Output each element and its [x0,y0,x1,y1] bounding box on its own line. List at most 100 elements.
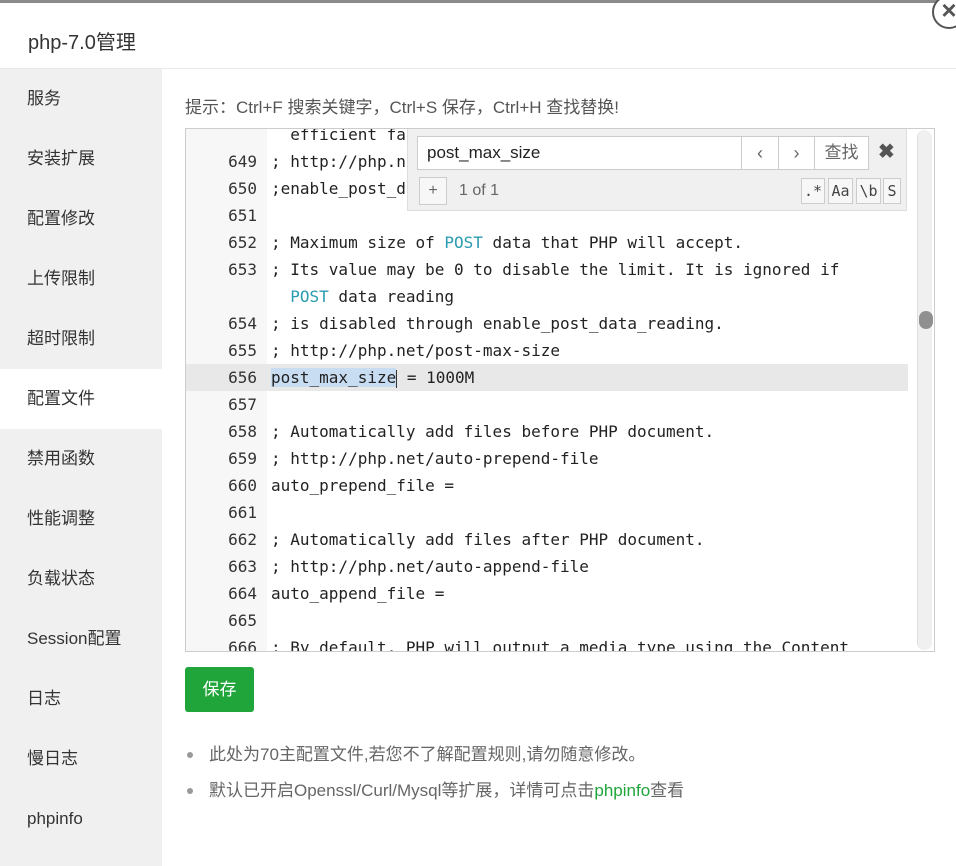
list-item: 此处为70主配置文件,若您不了解配置规则,请勿随意修改。 [185,741,684,777]
line-text: ; http://php.net/auto-prepend-file [271,449,599,468]
code-line: 665 [186,607,908,634]
line-number: 653 [228,260,257,279]
find-previous-button[interactable]: ‹ [741,136,779,170]
shortcut-hint: 提示：Ctrl+F 搜索关键字，Ctrl+S 保存，Ctrl+H 查找替换! [185,98,619,117]
line-text: ; is disabled through enable_post_data_r… [271,314,724,333]
sidebar-item-timeout-limit[interactable]: 超时限制 [0,309,162,369]
sidebar-item-install-extension[interactable]: 安装扩展 [0,129,162,189]
line-text: ; Automatically add files before PHP doc… [271,422,715,441]
line-number: 662 [228,530,257,549]
code-line: 652 ; Maximum size of POST data that PHP … [186,229,908,256]
line-number: 652 [228,233,257,252]
sidebar-item-service[interactable]: 服务 [0,69,162,129]
title-bar: php-7.0管理 [0,6,956,69]
line-text: ; http://php.net/auto-append-file [271,557,589,576]
sidebar: 服务 安装扩展 配置修改 上传限制 超时限制 配置文件 禁用函数 性能调整 负载… [0,69,162,866]
line-text: ; Maximum size of POST data that PHP wil… [271,229,743,256]
case-sensitive-toggle[interactable]: Aa [828,178,853,204]
note-text: 此处为70主配置文件,若您不了解配置规则,请勿随意修改。 [209,745,646,764]
regex-toggle[interactable]: .* [801,178,825,204]
keyword-post: POST [290,287,329,306]
line-number: 655 [228,341,257,360]
dialog-title: php-7.0管理 [28,32,136,54]
sidebar-item-session-config[interactable]: Session配置 [0,609,162,669]
line-text: ; http://php.net/post-max-size [271,341,560,360]
line-number: 656 [228,368,257,387]
sidebar-item-phpinfo[interactable]: phpinfo [0,789,162,849]
line-text: ; http://php.n [271,152,406,171]
search-input[interactable]: post_max_size [417,136,742,170]
code-line: 661 [186,499,908,526]
line-number: 654 [228,314,257,333]
line-number: 663 [228,557,257,576]
code-line: 654 ; is disabled through enable_post_dat… [186,310,908,337]
line-number: 657 [228,395,257,414]
save-button[interactable]: 保存 [185,667,254,712]
php-manager-dialog: php-7.0管理 × 服务 安装扩展 配置修改 上传限制 超时限制 配置文件 … [0,0,956,866]
line-text: efficient fa [271,128,406,144]
code-editor[interactable]: efficient fa 649 ; http://php.n 650 ;enabl… [185,128,935,652]
sidebar-item-config-file[interactable]: 配置文件 [0,369,162,429]
notes-list: 此处为70主配置文件,若您不了解配置规则,请勿随意修改。 默认已开启Openss… [185,741,684,813]
sidebar-item-load-status[interactable]: 负载状态 [0,549,162,609]
line-text: post_max_size = 1000M [271,364,474,391]
note-text: 查看 [650,781,685,800]
code-line: 662 ; Automatically add files after PHP d… [186,526,908,553]
line-number: 665 [228,611,257,630]
in-selection-toggle[interactable]: S [883,178,901,204]
text-segment: data reading [328,287,455,306]
line-number: 651 [228,206,257,225]
scrollbar-thumb[interactable] [919,311,933,329]
line-text: POST data reading [271,283,454,310]
line-text: auto_prepend_file = [271,476,455,495]
text-segment: ; Maximum size of [271,233,445,252]
search-match-highlight: post_max_size [271,368,397,387]
line-number: 658 [228,422,257,441]
line-text: auto_append_file = [271,584,445,603]
keyword-post: POST [444,233,483,252]
whole-word-toggle[interactable]: \b [856,178,881,204]
code-line: 666 ; By default, PHP will output a media… [186,634,908,652]
sidebar-item-upload-limit[interactable]: 上传限制 [0,249,162,309]
line-text: ; Its value may be 0 to disable the limi… [271,260,840,279]
code-line: 658 ; Automatically add files before PHP … [186,418,908,445]
editor-scrollbar[interactable] [917,130,933,650]
text-segment: = 1000M [397,368,475,387]
code-line: 659 ; http://php.net/auto-prepend-file [186,445,908,472]
sidebar-item-config-modify[interactable]: 配置修改 [0,189,162,249]
line-number: 660 [228,476,257,495]
code-line-wrapped: POST data reading [186,283,908,310]
sidebar-item-disabled-functions[interactable]: 禁用函数 [0,429,162,489]
code-line: 657 [186,391,908,418]
sidebar-item-log[interactable]: 日志 [0,669,162,729]
code-line: 660 auto_prepend_file = [186,472,908,499]
find-next-button[interactable]: › [778,136,815,170]
note-text: 默认已开启Openssl/Curl/Mysql等扩展，详情可点击 [209,781,595,800]
text-segment [271,287,290,306]
line-number: 659 [228,449,257,468]
find-button[interactable]: 查找 [814,136,869,170]
code-line: 655 ; http://php.net/post-max-size [186,337,908,364]
phpinfo-link[interactable]: phpinfo [594,781,650,800]
line-number: 664 [228,584,257,603]
match-count: 1 of 1 [459,182,500,199]
line-number: 661 [228,503,257,522]
line-text: ; By default, PHP will output a media ty… [271,638,849,652]
sidebar-item-performance[interactable]: 性能调整 [0,489,162,549]
code-line: 663 ; http://php.net/auto-append-file [186,553,908,580]
line-text: ; Automatically add files after PHP docu… [271,530,705,549]
active-code-line: 656 post_max_size = 1000M [186,364,908,391]
code-line: 653 ; Its value may be 0 to disable the l… [186,256,908,283]
code-line: 664 auto_append_file = [186,580,908,607]
toggle-replace-button[interactable]: + [419,177,447,205]
line-number: 650 [228,179,257,198]
line-number: 649 [228,152,257,171]
search-close-icon[interactable]: ✖ [878,139,895,164]
line-text: ;enable_post_d [271,179,406,198]
text-segment: data that PHP will accept. [482,233,744,252]
sidebar-item-slow-log[interactable]: 慢日志 [0,729,162,789]
line-number: 666 [228,638,257,652]
search-panel: post_max_size ‹ › 查找 ✖ + 1 of 1 .* Aa \b… [407,129,907,211]
main-panel: 提示：Ctrl+F 搜索关键字，Ctrl+S 保存，Ctrl+H 查找替换! e… [162,69,956,866]
list-item: 默认已开启Openssl/Curl/Mysql等扩展，详情可点击phpinfo查… [185,777,684,813]
